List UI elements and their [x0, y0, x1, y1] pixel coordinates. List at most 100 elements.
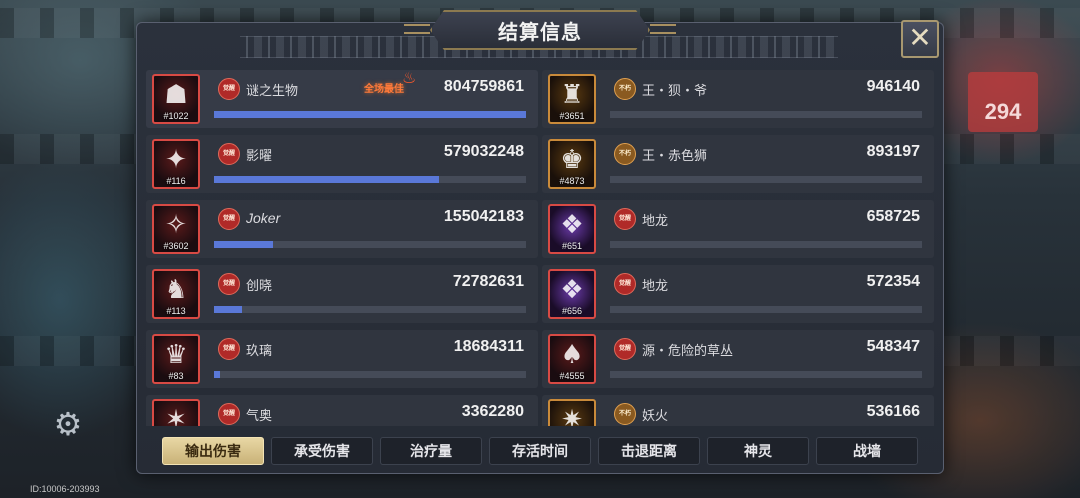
player-name: 王・赤色狮 [642, 149, 708, 164]
hero-avatar[interactable]: ❖ #656 [548, 269, 596, 319]
stat-bar-fill [214, 176, 439, 183]
stat-bar-track [610, 111, 922, 118]
hero-portrait-icon: ✧ [165, 210, 187, 240]
player-name: 地龙 [642, 279, 669, 294]
hero-portrait-icon: ❖ [560, 210, 584, 240]
rank-badge-icon: 不朽 [614, 403, 636, 425]
hero-portrait-icon: ♜ [560, 80, 584, 110]
left-player-row[interactable]: ♞ #113 觉醒 创晓 72782631 [146, 265, 538, 323]
stat-value: 18684311 [453, 338, 524, 355]
hero-avatar[interactable]: ♚ #4873 [548, 139, 596, 189]
hero-avatar[interactable]: ♜ #3651 [548, 74, 596, 124]
title-wing-left-icon [404, 24, 430, 34]
rank-badge-icon: 觉醒 [218, 208, 240, 230]
left-player-row[interactable]: ✶ 觉醒 气奥 3362280 [146, 395, 538, 426]
close-x-icon: ✕ [908, 21, 932, 54]
hero-avatar[interactable]: ♠ #4555 [548, 334, 596, 384]
player-name: 影曜 [246, 149, 273, 164]
stat-value: 548347 [866, 338, 920, 355]
right-player-row[interactable]: ♚ #4873 不朽 王・赤色狮 893197 [542, 135, 934, 193]
player-stats-list[interactable]: ☗ #1022 觉醒 谜之生物 全场最佳 ♨ 804759861 ✦ #116 觉醒 影曜 57903… [146, 70, 938, 426]
hero-rank-label: #1022 [163, 111, 189, 121]
hero-avatar[interactable]: ♞ #113 [152, 269, 200, 319]
tab-输出伤害[interactable]: 输出伤害 [162, 437, 264, 465]
rank-badge-icon: 不朽 [614, 78, 636, 100]
hero-avatar[interactable]: ✷ [548, 399, 596, 426]
hero-rank-label: #3651 [559, 111, 585, 121]
hero-rank-label: #656 [561, 306, 583, 316]
stat-value: 658725 [866, 208, 920, 225]
stat-value: 579032248 [443, 143, 524, 160]
right-player-row[interactable]: ❖ #651 觉醒 地龙 658725 [542, 200, 934, 258]
flame-icon: ♨ [402, 70, 417, 87]
stat-bar-fill [214, 111, 526, 118]
rank-badge-icon: 觉醒 [614, 338, 636, 360]
left-player-row[interactable]: ♛ #83 觉醒 玖璃 18684311 [146, 330, 538, 388]
rank-badge-icon: 觉醒 [614, 208, 636, 230]
hero-avatar[interactable]: ✧ #3602 [152, 204, 200, 254]
stat-bar-track [610, 306, 922, 313]
player-name: 创晓 [246, 279, 273, 294]
hero-rank-label: #116 [166, 176, 186, 186]
stat-value: 72782631 [452, 273, 524, 290]
stat-bar-fill [214, 371, 221, 378]
hero-rank-label: #4873 [559, 176, 585, 186]
title-plate: 结算信息 [430, 10, 650, 50]
stat-value: 3362280 [461, 403, 524, 420]
player-name: 谜之生物 [246, 84, 299, 99]
player-name: Joker [246, 210, 281, 226]
rank-badge-icon: 觉醒 [614, 273, 636, 295]
player-name: 源・危险的草丛 [642, 344, 734, 359]
hero-avatar[interactable]: ♛ #83 [152, 334, 200, 384]
stat-bar-track [214, 241, 526, 248]
hero-avatar[interactable]: ✶ [152, 399, 200, 426]
hero-avatar[interactable]: ❖ #651 [548, 204, 596, 254]
rank-badge-icon: 觉醒 [218, 143, 240, 165]
stat-value: 893197 [866, 143, 920, 160]
tab-治疗量[interactable]: 治疗量 [380, 437, 482, 465]
hero-rank-label: #651 [561, 241, 583, 251]
right-player-row[interactable]: ♠ #4555 觉醒 源・危险的草丛 548347 [542, 330, 934, 388]
right-player-row[interactable]: ❖ #656 觉醒 地龙 572354 [542, 265, 934, 323]
player-name: 妖火 [642, 409, 669, 424]
stat-bar-track [214, 176, 526, 183]
tab-存活时间[interactable]: 存活时间 [489, 437, 591, 465]
settings-gear-icon[interactable]: ⚙ [48, 404, 88, 444]
player-name: 地龙 [642, 214, 669, 229]
close-button[interactable]: ✕ [901, 20, 939, 58]
stat-bar-track [610, 176, 922, 183]
tab-神灵[interactable]: 神灵 [707, 437, 809, 465]
hero-portrait-icon: ❖ [560, 275, 584, 305]
hero-rank-label: #4555 [559, 371, 585, 381]
stat-bar-fill [214, 306, 243, 313]
player-name: 王・狈・爷 [642, 84, 708, 99]
hero-avatar[interactable]: ✦ #116 [152, 139, 200, 189]
left-player-row[interactable]: ☗ #1022 觉醒 谜之生物 全场最佳 ♨ 804759861 [146, 70, 538, 128]
stat-bar-fill [214, 241, 274, 248]
hero-avatar[interactable]: ☗ #1022 [152, 74, 200, 124]
tab-击退距离[interactable]: 击退距离 [598, 437, 700, 465]
stat-bar-track [610, 241, 922, 248]
hero-rank-label: #3602 [163, 241, 189, 251]
hero-rank-label: #113 [166, 306, 186, 316]
tab-承受伤害[interactable]: 承受伤害 [271, 437, 373, 465]
hero-rank-label: #83 [168, 371, 184, 381]
hero-portrait-icon: ♠ [560, 340, 584, 370]
left-team-column: ☗ #1022 觉醒 谜之生物 全场最佳 ♨ 804759861 ✦ #116 觉醒 影曜 57903… [146, 70, 538, 426]
rank-badge-icon: 觉醒 [218, 78, 240, 100]
hero-portrait-icon: ♛ [164, 340, 188, 370]
mvp-label: 全场最佳 [364, 84, 404, 95]
left-player-row[interactable]: ✦ #116 觉醒 影曜 579032248 [146, 135, 538, 193]
right-player-row[interactable]: ✷ 不朽 妖火 536166 [542, 395, 934, 426]
page-title: 结算信息 [498, 19, 582, 44]
stat-value: 946140 [866, 78, 920, 95]
stat-bar-track [214, 306, 526, 313]
rank-badge-icon: 不朽 [614, 143, 636, 165]
tab-战墙[interactable]: 战墙 [816, 437, 918, 465]
right-player-row[interactable]: ♜ #3651 不朽 王・狈・爷 946140 [542, 70, 934, 128]
left-player-row[interactable]: ✧ #3602 觉醒 Joker 155042183 [146, 200, 538, 258]
hero-portrait-icon: ☗ [164, 80, 188, 110]
stat-bar-track [214, 111, 526, 118]
player-name: 玖璃 [246, 344, 273, 359]
hero-portrait-icon: ✦ [165, 145, 187, 175]
